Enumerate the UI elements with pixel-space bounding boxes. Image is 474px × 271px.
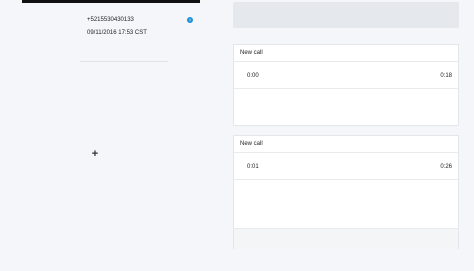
audio-duration: 0:18 [440, 73, 452, 79]
call-card-body [234, 89, 458, 125]
audio-player[interactable]: 0:00 0:18 [234, 62, 458, 89]
conversation-sidebar: +5215530430133 09/11/2016 17:53 CST i + [0, 0, 228, 271]
call-card-title: New call [234, 45, 458, 62]
content-header [233, 2, 459, 28]
contact-phone-number: +5215530430133 [87, 17, 134, 23]
audio-current-time: 0:00 [247, 73, 259, 79]
call-card: New call 0:01 0:26 [233, 135, 459, 249]
call-card: New call 0:00 0:18 [233, 44, 459, 126]
audio-duration: 0:26 [440, 164, 452, 170]
audio-player[interactable]: 0:01 0:26 [234, 153, 458, 180]
call-card-title: New call [234, 136, 458, 153]
divider [80, 61, 168, 62]
call-card-footer [234, 228, 458, 249]
add-button[interactable]: + [90, 149, 100, 160]
contact-timestamp: 09/11/2016 17:53 CST [87, 30, 147, 36]
call-card-body [234, 180, 458, 228]
info-icon[interactable]: i [187, 17, 193, 23]
audio-current-time: 0:01 [247, 164, 259, 170]
